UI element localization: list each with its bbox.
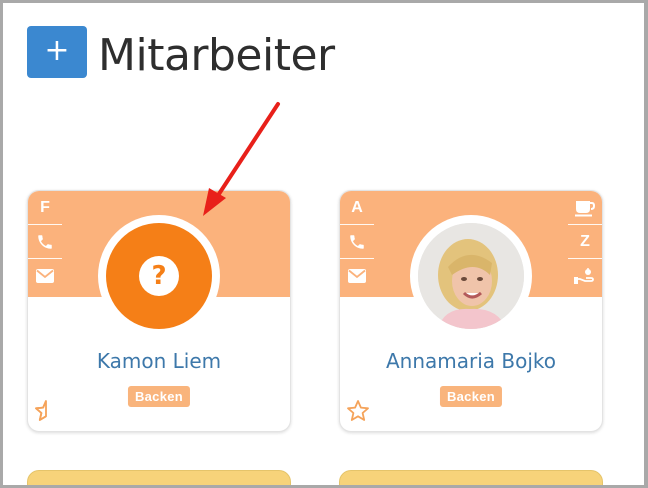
employee-name[interactable]: Annamaria Bojko	[340, 349, 602, 373]
coffee-icon[interactable]	[568, 191, 602, 225]
department-badge: Backen	[439, 386, 503, 407]
employee-card[interactable]: F ? Kamon Liem Backen	[27, 190, 291, 432]
avatar-ring	[410, 215, 532, 337]
page-title: Mitarbeiter	[98, 30, 335, 81]
star-icon[interactable]	[346, 399, 370, 423]
employee-card[interactable]: A Z Annamaria Bojko Backen	[339, 190, 603, 432]
shift-letter-badge: F	[28, 191, 62, 225]
employee-card-partial[interactable]	[27, 470, 291, 488]
department-badge: Backen	[127, 386, 191, 407]
mail-icon[interactable]	[340, 259, 374, 293]
phone-icon[interactable]	[340, 225, 374, 259]
card-left-badges: A	[340, 191, 374, 293]
employee-name[interactable]: Kamon Liem	[28, 349, 290, 373]
person-photo-icon	[418, 223, 524, 329]
card-right-badges: Z	[568, 191, 602, 293]
shift-letter-badge: A	[340, 191, 374, 225]
hand-icon[interactable]	[568, 259, 602, 293]
unknown-person-icon[interactable]: ?	[106, 223, 212, 329]
employee-card-partial[interactable]	[339, 470, 603, 488]
card-left-badges: F	[28, 191, 62, 293]
profile-photo[interactable]	[418, 223, 524, 329]
phone-icon[interactable]	[28, 225, 62, 259]
star-half-icon[interactable]	[34, 399, 58, 423]
shift-letter-badge: Z	[568, 225, 602, 259]
add-employee-button[interactable]: +	[27, 26, 87, 78]
question-mark-icon: ?	[139, 256, 179, 296]
mail-icon[interactable]	[28, 259, 62, 293]
avatar-ring: ?	[98, 215, 220, 337]
